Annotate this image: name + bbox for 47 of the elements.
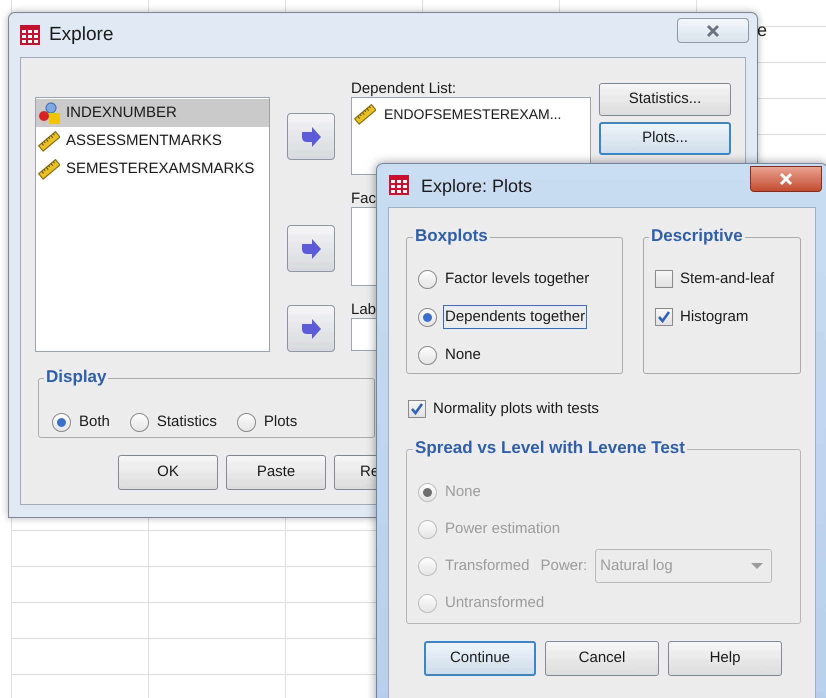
- caret-icon: [751, 563, 764, 569]
- list-label: Fac: [351, 190, 376, 207]
- field-label: Power:: [540, 556, 588, 576]
- cell-text: e: [757, 20, 768, 40]
- arrow-right-icon: [300, 238, 322, 260]
- group-title: Boxplots: [413, 226, 490, 246]
- table-icon: [19, 24, 41, 46]
- close-icon: [778, 172, 794, 186]
- dialog-button[interactable]: Paste: [226, 455, 326, 490]
- checkbox[interactable]: Histogram: [655, 305, 748, 329]
- window-title: Explore: Plots: [421, 175, 532, 197]
- group-title: Spread vs Level with Levene Test: [413, 438, 687, 458]
- move-button[interactable]: [287, 225, 335, 272]
- variable-list[interactable]: INDEXNUMBER ASSESSMENTMARKS SEMESTEREXAMSMARKS: [35, 97, 270, 352]
- move-button[interactable]: [287, 305, 335, 352]
- dialog-button[interactable]: Plots...: [599, 122, 731, 155]
- close-button[interactable]: [677, 18, 749, 43]
- dialog-button[interactable]: Statistics...: [599, 83, 731, 116]
- move-button[interactable]: [287, 113, 335, 160]
- checkbox[interactable]: Stem-and-leaf: [655, 267, 774, 291]
- nominal-variable-icon: [38, 102, 60, 124]
- table-icon: [388, 174, 410, 196]
- radio-button[interactable]: None: [418, 343, 483, 367]
- list-label: Dependent List:: [351, 80, 458, 97]
- group-title: Display: [44, 367, 108, 387]
- list-item[interactable]: SEMESTEREXAMSMARKS: [36, 155, 269, 183]
- arrow-right-icon: [300, 126, 322, 148]
- radio-button[interactable]: Plots: [236, 410, 300, 434]
- field-label: Lab: [351, 301, 376, 318]
- dialog-button[interactable]: OK: [118, 455, 218, 490]
- checkbox[interactable]: Normality plots with tests: [408, 399, 599, 419]
- dialog-button[interactable]: Continue: [424, 641, 536, 676]
- dialog-button[interactable]: Help: [668, 641, 782, 676]
- list-item[interactable]: ASSESSMENTMARKS: [36, 127, 269, 155]
- window-title: Explore: [49, 23, 114, 47]
- check-icon: [410, 402, 424, 416]
- arrow-right-icon: [300, 318, 322, 340]
- list-item[interactable]: ENDOFSEMESTEREXAM...: [354, 102, 590, 126]
- radio-button[interactable]: Statistics: [130, 410, 219, 434]
- group-title: Descriptive: [649, 226, 745, 246]
- close-button[interactable]: [750, 166, 822, 192]
- radio-button[interactable]: Factor levels together: [418, 267, 592, 291]
- list-item[interactable]: INDEXNUMBER: [36, 99, 269, 127]
- radio-button[interactable]: Both: [52, 410, 112, 434]
- dialog-button[interactable]: Cancel: [545, 641, 659, 676]
- close-icon: [705, 24, 721, 38]
- check-icon: [657, 310, 671, 324]
